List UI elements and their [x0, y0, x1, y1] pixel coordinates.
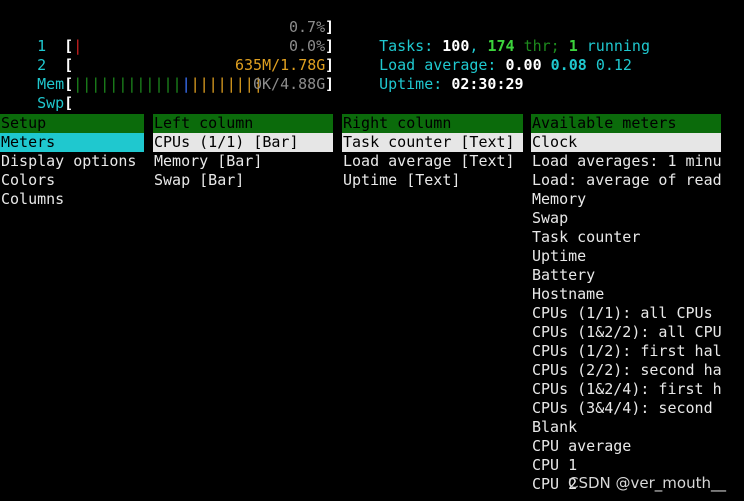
left-column-item-cpus[interactable]: CPUs (1/1) [Bar] [153, 133, 333, 152]
swp-meter: Swp[ [19, 75, 73, 113]
setup-item-meters[interactable]: Meters [0, 133, 144, 152]
mem-value: 635M/1.78G [235, 56, 325, 75]
cpu2-value: 0.0% [289, 37, 326, 55]
available-meter-item[interactable]: CPUs (1&2/4): first h [531, 380, 722, 399]
available-meters-header: Available meters [531, 114, 721, 133]
available-meter-item[interactable]: Task counter [531, 228, 640, 247]
left-column-header: Left column [153, 114, 333, 133]
left-column-item-swap[interactable]: Swap [Bar] [153, 171, 244, 190]
right-column-item-uptime[interactable]: Uptime [Text] [342, 171, 460, 190]
swp-value: 0K/4.88G [253, 75, 326, 93]
setup-item-columns[interactable]: Columns [0, 190, 64, 209]
available-meter-item[interactable]: Load: average of read [531, 171, 722, 190]
setup-item-colors[interactable]: Colors [0, 171, 55, 190]
bracket-close: ] [325, 75, 335, 93]
right-column-item-load-average[interactable]: Load average [Text] [342, 152, 515, 171]
available-meter-item[interactable]: Hostname [531, 285, 604, 304]
available-meter-item[interactable]: CPU average [531, 437, 631, 456]
setup-header: Setup [0, 114, 144, 133]
mem-bar-cache: |||||||| [190, 75, 263, 93]
available-meter-item[interactable]: Swap [531, 209, 568, 228]
available-meter-item[interactable]: Blank [531, 418, 577, 437]
left-column-item-memory[interactable]: Memory [Bar] [153, 152, 262, 171]
load-5: 0.08 [550, 56, 587, 74]
available-meter-item[interactable]: Clock [531, 133, 721, 152]
available-meter-item[interactable]: CPUs (1/2): first hal [531, 342, 722, 361]
available-meter-item[interactable]: Uptime [531, 247, 586, 266]
bracket-close: ] [325, 56, 335, 74]
available-meter-item[interactable]: CPUs (1/1): all CPUs [531, 304, 713, 323]
setup-item-display-options[interactable]: Display options [0, 152, 136, 171]
available-meter-item[interactable]: CPUs (3&4/4): second [531, 399, 713, 418]
uptime-label: Uptime: [379, 75, 443, 93]
cpu1-value: 0.7% [289, 18, 326, 36]
bracket-close: ] [325, 37, 335, 55]
available-meter-item[interactable]: Battery [531, 266, 595, 285]
mem-bar-buffers: | [181, 75, 191, 93]
load-15: 0.12 [595, 56, 632, 74]
available-meter-item[interactable]: CPUs (2/2): second ha [531, 361, 722, 380]
bracket-close: ] [325, 18, 335, 36]
available-meter-item[interactable]: Memory [531, 190, 586, 209]
mem-bar-used: |||||||||||| [73, 75, 182, 93]
cpu1-bar: | [73, 37, 83, 55]
available-meter-item[interactable]: CPU 1 [531, 456, 577, 475]
available-meter-item[interactable]: CPUs (1&2/2): all CPU [531, 323, 722, 342]
available-meter-item[interactable]: Load averages: 1 minu [531, 152, 722, 171]
mem-value-text: 635M/1.78G [235, 56, 326, 74]
available-meters-panel: Available meters Clock Load averages: 1 … [531, 114, 722, 501]
uptime-value: 02:30:29 [451, 75, 524, 93]
csdn-watermark: CSDN @ver_mouth__ [568, 474, 726, 492]
swp-label: Swp [37, 94, 65, 112]
right-column-item-task-counter[interactable]: Task counter [Text] [342, 133, 523, 152]
bracket-open: [ [64, 94, 74, 112]
uptime-meter: Uptime: 02:30:29 [361, 56, 524, 94]
right-column-header: Right column [342, 114, 523, 133]
